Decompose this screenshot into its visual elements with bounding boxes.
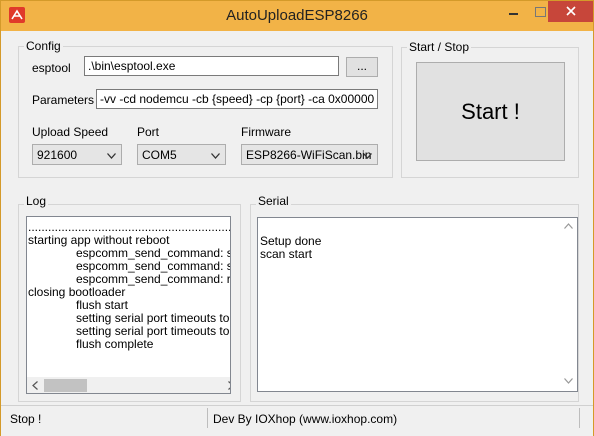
- log-group-title: Log: [24, 194, 49, 208]
- upload-speed-label: Upload Speed: [32, 125, 109, 139]
- log-line-text: setting serial port timeouts to 1: [76, 324, 231, 338]
- browse-button[interactable]: ...: [346, 57, 378, 77]
- port-select[interactable]: COM5: [137, 144, 226, 165]
- serial-line: scan start: [260, 247, 313, 261]
- start-stop-group-title: Start / Stop: [407, 40, 472, 54]
- status-separator: [207, 408, 208, 428]
- firmware-value: ESP8266-WiFiScan.bin: [246, 148, 372, 162]
- upload-speed-select[interactable]: 921600: [32, 144, 122, 165]
- esptool-path-input[interactable]: .\bin\esptool.exe: [84, 56, 339, 76]
- minimize-button[interactable]: [500, 1, 527, 22]
- log-line-text: flush start: [76, 298, 129, 312]
- parameters-label: Parameters: [32, 93, 95, 107]
- title-bar[interactable]: AutoUploadESP8266: [1, 1, 593, 31]
- scroll-up-icon[interactable]: [564, 223, 573, 229]
- minimize-icon: [509, 13, 518, 15]
- log-horizontal-scroll-thumb[interactable]: [44, 379, 87, 392]
- log-line-text: espcomm_send_command: re: [76, 272, 231, 286]
- firmware-select[interactable]: ESP8266-WiFiScan.bin: [241, 144, 378, 165]
- scroll-left-icon[interactable]: [32, 381, 38, 390]
- chevron-down-icon: [211, 153, 220, 159]
- close-button[interactable]: [548, 1, 593, 22]
- serial-textbox[interactable]: Setup done scan start: [257, 217, 578, 392]
- port-value: COM5: [142, 148, 177, 162]
- upload-speed-value: 921600: [37, 148, 78, 162]
- close-icon: [565, 6, 576, 16]
- log-line-text: espcomm_send_command: se: [76, 259, 231, 273]
- log-line-text: flush complete: [76, 337, 154, 351]
- status-bar: Stop ! Dev By IOXhop (www.ioxhop.com): [1, 405, 593, 436]
- log-line-text: espcomm_send_command: se: [76, 246, 231, 260]
- status-text: Stop !: [10, 412, 42, 426]
- credits-text: Dev By IOXhop (www.ioxhop.com): [213, 412, 398, 426]
- config-group-title: Config: [24, 39, 63, 53]
- log-textbox[interactable]: ........................................…: [26, 216, 231, 394]
- scroll-down-icon[interactable]: [564, 378, 573, 384]
- app-window: AutoUploadESP8266 Config esptool .\bin\e…: [0, 0, 594, 436]
- log-line-text: setting serial port timeouts to 1: [76, 311, 231, 325]
- log-line: flush complete: [28, 338, 153, 351]
- scroll-right-icon[interactable]: [228, 381, 231, 390]
- maximize-icon: [535, 7, 546, 17]
- chevron-down-icon: [363, 153, 372, 159]
- port-label: Port: [137, 125, 160, 139]
- esptool-label: esptool: [32, 61, 71, 75]
- chevron-down-icon: [107, 153, 116, 159]
- start-button[interactable]: Start !: [416, 62, 565, 161]
- log-horizontal-scrollbar[interactable]: [27, 377, 231, 393]
- parameters-input[interactable]: -vv -cd nodemcu -cb {speed} -cp {port} -…: [96, 89, 378, 109]
- serial-group-title: Serial: [256, 194, 291, 208]
- status-separator: [579, 408, 580, 428]
- firmware-label: Firmware: [241, 125, 291, 139]
